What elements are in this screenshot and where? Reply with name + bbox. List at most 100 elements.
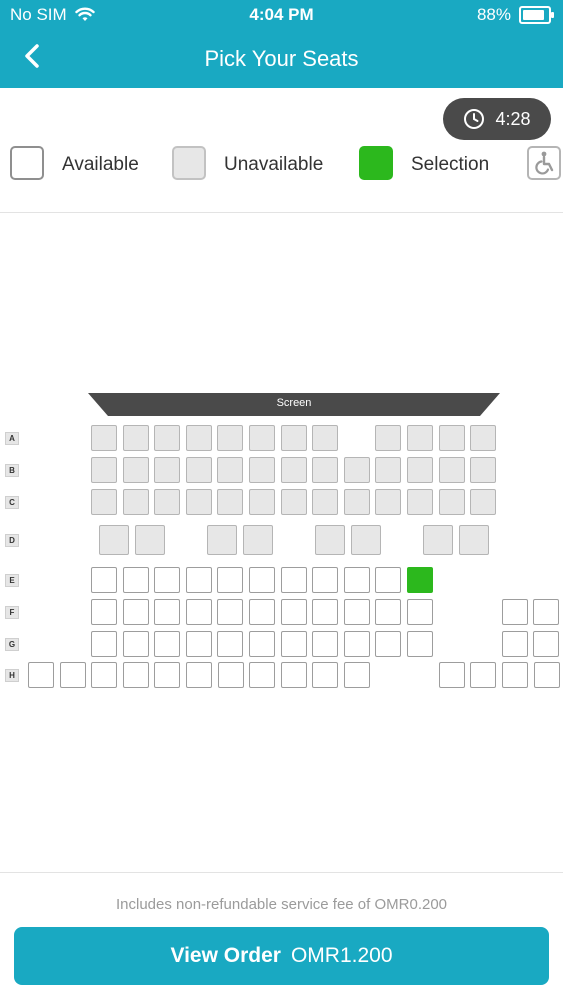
seat-unavailable [243, 525, 273, 555]
timer-value: 4:28 [495, 108, 531, 129]
seat-available[interactable] [185, 631, 212, 657]
row-label: D [5, 533, 19, 547]
wheelchair-icon [527, 146, 561, 180]
seat-unavailable [154, 425, 181, 451]
seat-available[interactable] [280, 631, 307, 657]
seat-unavailable [154, 489, 181, 515]
row-label: E [5, 573, 19, 587]
seat-available[interactable] [470, 662, 497, 688]
seat-available[interactable] [533, 662, 560, 688]
seat-unavailable [99, 525, 129, 555]
view-order-button[interactable]: View Order OMR1.200 [14, 927, 549, 985]
seat-available[interactable] [91, 599, 117, 625]
row-label: H [5, 668, 19, 682]
seat-unavailable [207, 525, 237, 555]
seat-unavailable [470, 489, 497, 515]
seat-available[interactable] [217, 599, 244, 625]
seat-available[interactable] [154, 662, 181, 688]
seat-available[interactable] [501, 631, 528, 657]
seat-available[interactable] [249, 662, 276, 688]
seat-available[interactable] [185, 567, 212, 593]
countdown-timer: 4:28 [443, 98, 551, 140]
cinema-screen: Screen [88, 393, 500, 416]
seat-unavailable [185, 425, 212, 451]
seat-unavailable [375, 457, 402, 483]
seat-unavailable [217, 489, 244, 515]
seat-available[interactable] [312, 631, 339, 657]
seat-available[interactable] [249, 599, 275, 625]
legend-available-swatch [10, 146, 44, 180]
legend-available-label: Available [62, 154, 139, 175]
seat-unavailable [217, 457, 244, 483]
seat-unavailable [438, 489, 465, 515]
seat-available[interactable] [59, 662, 86, 688]
seat-available[interactable] [407, 631, 433, 657]
seat-selected[interactable] [407, 567, 433, 593]
seat-available[interactable] [185, 599, 212, 625]
seat-available[interactable] [375, 599, 402, 625]
seat-available[interactable] [312, 662, 339, 688]
seat-available[interactable] [280, 662, 307, 688]
seat-legend: Available Unavailable Selection [0, 146, 563, 186]
seat-available[interactable] [91, 662, 118, 688]
screen-label: Screen [276, 397, 312, 409]
seat-available[interactable] [533, 599, 560, 625]
seat-unavailable [407, 457, 433, 483]
seat-unavailable [459, 525, 489, 555]
row-label: C [5, 495, 19, 509]
status-bar: No SIM 4:04 PM 88% [0, 0, 563, 30]
seat-available[interactable] [280, 599, 307, 625]
seat-available[interactable] [375, 567, 402, 593]
seat-available[interactable] [217, 567, 244, 593]
page-title: Pick Your Seats [204, 46, 359, 71]
row-label: B [5, 463, 19, 477]
seat-available[interactable] [217, 662, 244, 688]
seat-unavailable [343, 489, 370, 515]
seat-available[interactable] [438, 662, 465, 688]
seat-unavailable [375, 489, 402, 515]
service-fee-note: Includes non-refundable service fee of O… [115, 896, 448, 913]
seat-available[interactable] [501, 599, 528, 625]
seat-available[interactable] [91, 567, 117, 593]
seat-unavailable [280, 457, 307, 483]
seat-unavailable [217, 425, 244, 451]
seat-available[interactable] [312, 567, 339, 593]
seat-available[interactable] [375, 631, 402, 657]
seat-unavailable [312, 489, 339, 515]
seat-available[interactable] [344, 662, 370, 688]
seat-available[interactable] [502, 662, 528, 688]
seat-unavailable [470, 425, 497, 451]
seat-unavailable [438, 425, 465, 451]
seat-unavailable [185, 457, 212, 483]
seat-available[interactable] [217, 631, 244, 657]
seat-available[interactable] [91, 631, 117, 657]
seat-unavailable [312, 425, 339, 451]
seat-available[interactable] [122, 599, 149, 625]
seat-unavailable [280, 489, 307, 515]
seat-unavailable [407, 425, 433, 451]
seat-available[interactable] [280, 567, 307, 593]
seat-available[interactable] [154, 631, 181, 657]
seat-available[interactable] [312, 599, 339, 625]
seat-unavailable [315, 525, 345, 555]
seat-available[interactable] [154, 567, 181, 593]
seat-available[interactable] [533, 631, 560, 657]
legend-unavailable-swatch [172, 146, 206, 180]
seat-available[interactable] [154, 599, 181, 625]
seat-unavailable [312, 457, 339, 483]
seat-available[interactable] [28, 662, 54, 688]
seat-available[interactable] [343, 599, 370, 625]
seat-unavailable [185, 489, 212, 515]
seat-available[interactable] [122, 631, 149, 657]
seat-available[interactable] [343, 631, 370, 657]
seat-available[interactable] [249, 567, 275, 593]
seat-available[interactable] [186, 662, 212, 688]
seat-unavailable [343, 457, 370, 483]
seat-unavailable [375, 425, 402, 451]
seat-available[interactable] [407, 599, 433, 625]
seat-available[interactable] [122, 567, 149, 593]
seat-unavailable [154, 457, 181, 483]
seat-available[interactable] [249, 631, 275, 657]
seat-available[interactable] [343, 567, 370, 593]
seat-available[interactable] [122, 662, 149, 688]
